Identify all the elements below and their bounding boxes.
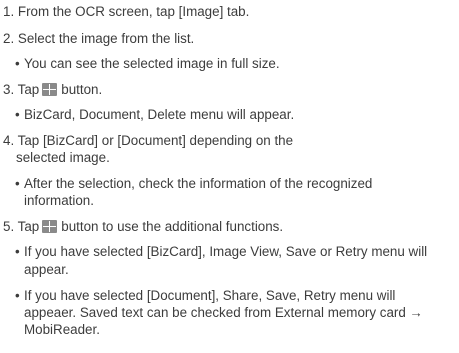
step-5: 5. Tap button to use the additional funct… <box>3 219 283 235</box>
step-4-note-line-2: information. <box>24 193 94 208</box>
step-5-note-2-line-3: MobiReader. <box>24 322 100 337</box>
step-4-line-2: selected image. <box>16 150 110 165</box>
step-2: 2. Select the image from the list. <box>3 31 195 46</box>
step-3: 3. Tap button. <box>3 82 102 98</box>
step-4-line-1: 4. Tap [BizCard] or [Document] depending… <box>3 133 294 148</box>
menu-grid-icon <box>42 220 58 233</box>
step-4-note-line-1: After the selection, check the informati… <box>15 176 372 192</box>
step-5-note-1-line-1: If you have selected [BizCard], Image Vi… <box>15 244 427 260</box>
step-5-suffix: button to use the additional functions. <box>61 219 284 234</box>
step-3-prefix: 3. Tap <box>3 82 40 97</box>
step-5-note-2-line-1: If you have selected [Document], Share, … <box>15 288 395 304</box>
step-5-note-1-line-2: appear. <box>24 262 69 277</box>
step-2-note: You can see the selected image in full s… <box>15 56 280 72</box>
step-5-note-2-line-2: appeaer. Saved text can be checked from … <box>24 305 423 320</box>
step-5-prefix: 5. Tap <box>3 219 40 234</box>
step-3-note: BizCard, Document, Delete menu will appe… <box>15 107 294 123</box>
step-3-suffix: button. <box>61 82 103 97</box>
step-1: 1. From the OCR screen, tap [Image] tab. <box>3 4 250 19</box>
menu-grid-icon <box>42 83 58 96</box>
